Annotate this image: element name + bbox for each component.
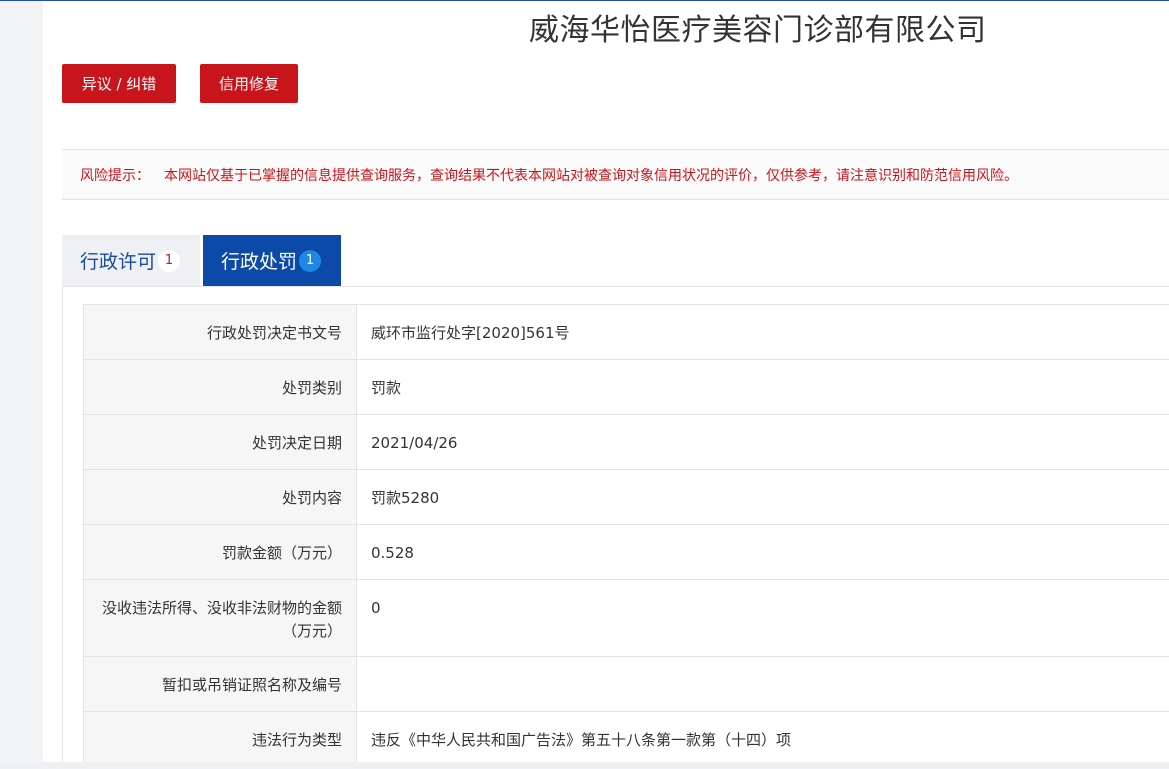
field-label: 没收违法所得、没收非法财物的金额（万元） bbox=[83, 579, 357, 657]
record-tabs: 行政许可 1 行政处罚 1 bbox=[62, 235, 341, 286]
table-row: 暂扣或吊销证照名称及编号 bbox=[83, 656, 1169, 712]
field-value bbox=[356, 656, 1169, 712]
count-badge: 1 bbox=[299, 249, 322, 272]
penalty-detail-table: 行政处罚决定书文号 威环市监行处字[2020]561号 处罚类别 罚款 处罚决定… bbox=[83, 304, 1169, 762]
table-row: 违法行为类型 违反《中华人民共和国广告法》第五十八条第一款第（十四）项 bbox=[83, 711, 1169, 762]
field-label: 违法行为类型 bbox=[83, 711, 357, 762]
field-value: 罚款5280 bbox=[356, 469, 1169, 525]
table-row: 处罚决定日期 2021/04/26 bbox=[83, 414, 1169, 470]
field-value: 违反《中华人民共和国广告法》第五十八条第一款第（十四）项 bbox=[356, 711, 1169, 762]
field-value: 0.528 bbox=[356, 524, 1169, 580]
left-gutter bbox=[0, 1, 43, 769]
objection-correction-button[interactable]: 异议 / 纠错 bbox=[62, 64, 176, 103]
table-row: 处罚内容 罚款5280 bbox=[83, 469, 1169, 525]
field-label: 行政处罚决定书文号 bbox=[83, 304, 357, 360]
table-row: 处罚类别 罚款 bbox=[83, 359, 1169, 415]
table-row: 没收违法所得、没收非法财物的金额（万元） 0 bbox=[83, 579, 1169, 657]
tab-label: 行政许可 bbox=[80, 251, 157, 273]
company-title: 威海华怡医疗美容门诊部有限公司 bbox=[529, 13, 987, 48]
risk-notice-text: 本网站仅基于已掌握的信息提供查询服务，查询结果不代表本网站对被查询对象信用状况的… bbox=[164, 167, 1018, 184]
field-label: 暂扣或吊销证照名称及编号 bbox=[83, 656, 357, 712]
tab-administrative-penalty[interactable]: 行政处罚 1 bbox=[203, 235, 341, 286]
field-label: 处罚内容 bbox=[83, 469, 357, 525]
tab-administrative-license[interactable]: 行政许可 1 bbox=[62, 235, 200, 286]
field-value: 0 bbox=[356, 579, 1169, 657]
field-value: 2021/04/26 bbox=[356, 414, 1169, 470]
risk-notice-bar: 风险提示： 本网站仅基于已掌握的信息提供查询服务，查询结果不代表本网站对被查询对… bbox=[62, 149, 1169, 200]
credit-repair-button[interactable]: 信用修复 bbox=[200, 64, 298, 103]
bottom-edge bbox=[0, 762, 1169, 769]
main-content: 威海华怡医疗美容门诊部有限公司 异议 / 纠错 信用修复 风险提示： 本网站仅基… bbox=[43, 1, 1169, 762]
penalty-panel: 行政处罚决定书文号 威环市监行处字[2020]561号 处罚类别 罚款 处罚决定… bbox=[62, 286, 1169, 762]
field-label: 处罚类别 bbox=[83, 359, 357, 415]
tab-label: 行政处罚 bbox=[221, 251, 298, 273]
field-label: 处罚决定日期 bbox=[83, 414, 357, 470]
table-row: 行政处罚决定书文号 威环市监行处字[2020]561号 bbox=[83, 304, 1169, 360]
count-badge: 1 bbox=[158, 249, 181, 272]
field-value: 罚款 bbox=[356, 359, 1169, 415]
field-label: 罚款金额（万元） bbox=[83, 524, 357, 580]
risk-notice-label: 风险提示： bbox=[80, 167, 150, 184]
field-value: 威环市监行处字[2020]561号 bbox=[356, 304, 1169, 360]
table-row: 罚款金额（万元） 0.528 bbox=[83, 524, 1169, 580]
